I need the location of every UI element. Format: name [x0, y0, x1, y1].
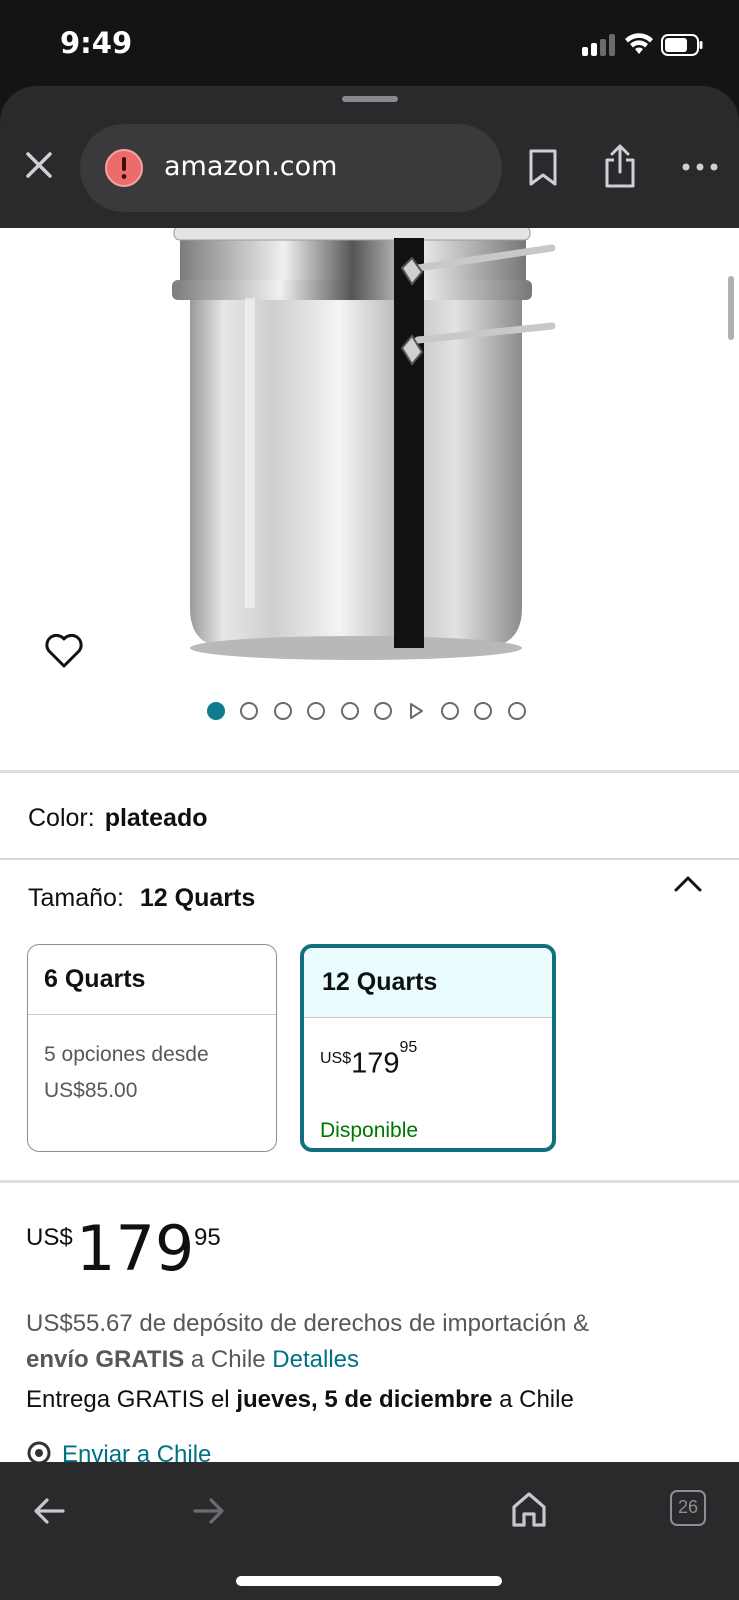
delivery-date: jueves, 5 de diciembre	[236, 1386, 493, 1413]
carousel-dot[interactable]	[440, 702, 459, 720]
divider	[0, 1180, 739, 1183]
details-link[interactable]: Detalles	[272, 1346, 359, 1373]
back-arrow-icon[interactable]	[32, 1496, 66, 1526]
carousel-dot[interactable]	[240, 702, 259, 720]
free-shipping-label: envío GRATIS	[26, 1346, 185, 1373]
home-icon[interactable]	[510, 1490, 548, 1528]
size-selector-header[interactable]: Tamaño: 12 Quarts	[28, 884, 255, 913]
url-bar[interactable]: amazon.com	[80, 124, 502, 212]
size-option-offers: 5 opciones desde	[44, 1043, 209, 1066]
carousel-dot[interactable]	[273, 702, 292, 720]
carousel-dot[interactable]	[340, 702, 359, 720]
battery-icon	[661, 34, 703, 56]
forward-arrow-icon[interactable]	[192, 1496, 226, 1526]
security-warning-icon	[105, 149, 143, 187]
size-value: 12 Quarts	[139, 884, 256, 912]
carousel-dot[interactable]	[207, 702, 225, 720]
availability-status: Disponible	[320, 1118, 419, 1142]
wifi-icon	[625, 33, 653, 54]
divider	[0, 770, 739, 773]
browser-bottom-toolbar: 26	[0, 1462, 739, 1600]
size-label: Tamaño:	[28, 884, 124, 912]
size-option-name: 6 Quarts	[28, 945, 276, 1015]
url-text: amazon.com	[164, 151, 338, 182]
bookmark-icon[interactable]	[526, 148, 560, 188]
home-indicator[interactable]	[236, 1576, 502, 1586]
size-option-price: US$17995	[320, 1039, 418, 1080]
size-option-price: US$85.00	[44, 1079, 138, 1102]
product-image-gallery[interactable]	[0, 228, 739, 768]
chevron-up-icon[interactable]	[672, 872, 704, 896]
carousel-dot[interactable]	[507, 702, 526, 720]
size-option-6-quarts[interactable]: 6 Quarts 5 opciones desde US$85.00	[27, 944, 277, 1152]
status-bar: 9:49	[0, 0, 739, 86]
carousel-dot[interactable]	[307, 702, 326, 720]
more-options-icon[interactable]	[680, 160, 720, 174]
color-selector: Color: plateado	[28, 804, 207, 833]
divider	[0, 858, 739, 860]
image-carousel-dots[interactable]	[207, 702, 547, 722]
carousel-dot[interactable]	[374, 702, 392, 720]
status-time: 9:49	[60, 26, 133, 60]
product-image	[172, 228, 556, 660]
cellular-signal-icon	[582, 34, 618, 56]
delivery-info: Entrega GRATIS el jueves, 5 de diciembre…	[26, 1386, 574, 1413]
price-currency: US$	[26, 1224, 73, 1251]
scrollbar[interactable]	[728, 276, 734, 340]
color-value: plateado	[104, 804, 208, 832]
share-icon[interactable]	[600, 142, 640, 190]
import-fees-info: US$55.67 de depósito de derechos de impo…	[26, 1310, 590, 1373]
tabs-count-button[interactable]: 26	[670, 1490, 706, 1526]
sheet-grabber[interactable]	[342, 96, 398, 102]
close-icon[interactable]	[20, 146, 58, 184]
carousel-video-icon[interactable]	[407, 702, 425, 720]
wishlist-heart-icon[interactable]	[44, 632, 84, 670]
size-option-12-quarts[interactable]: 12 Quarts US$17995 Disponible	[300, 944, 556, 1152]
size-option-name: 12 Quarts	[304, 948, 552, 1018]
price-whole: 179	[76, 1212, 195, 1285]
carousel-dot[interactable]	[474, 702, 493, 720]
price-cents: 95	[194, 1224, 221, 1251]
color-label: Color:	[28, 804, 95, 832]
